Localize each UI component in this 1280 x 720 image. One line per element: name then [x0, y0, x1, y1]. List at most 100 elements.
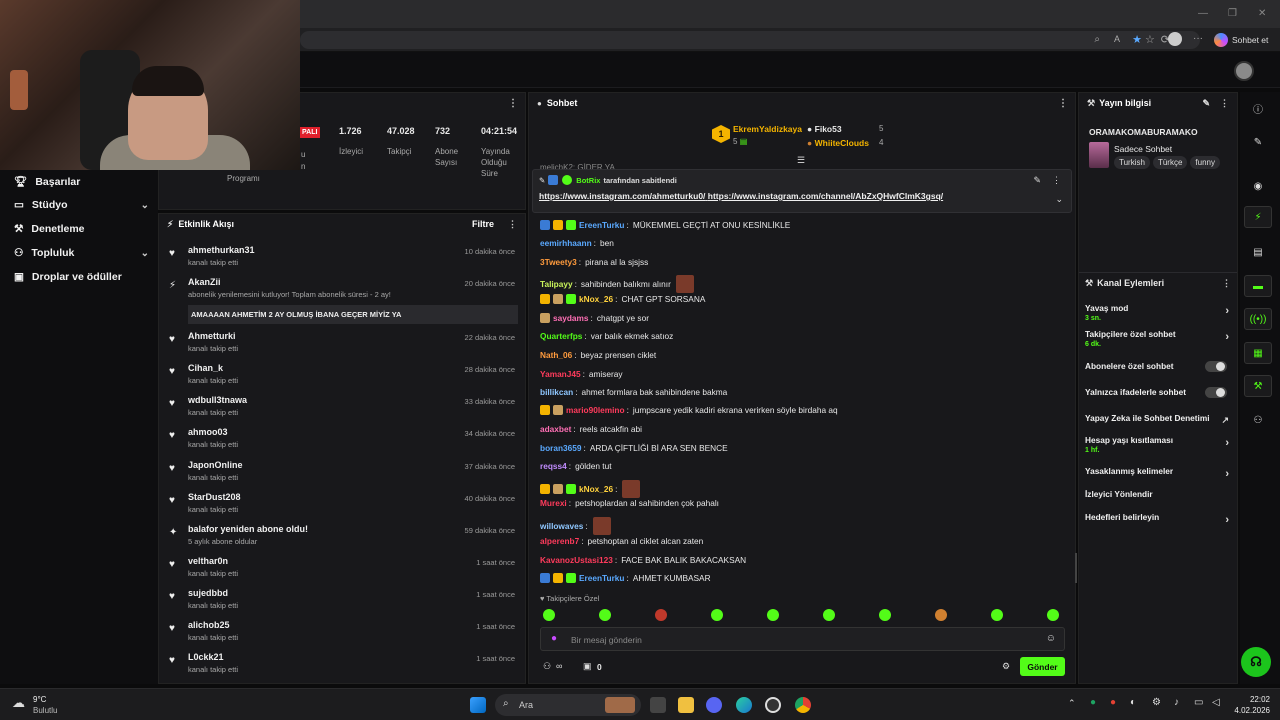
- chat-message[interactable]: KavanozUstasi123: FACE BAK BALIK BAKACAKS…: [540, 555, 746, 565]
- category-name[interactable]: Sadece Sohbet: [1114, 144, 1172, 154]
- layout-icon[interactable]: ▦: [1244, 342, 1272, 364]
- profile-avatar[interactable]: [1168, 32, 1182, 46]
- chat-username[interactable]: adaxbet: [540, 424, 571, 434]
- pinned-link[interactable]: https://www.instagram.com/ahmetturku0/: [539, 191, 705, 201]
- chat-message[interactable]: EreenTurku: AHMET KUMBASAR: [540, 573, 711, 583]
- emote-button[interactable]: [655, 609, 667, 621]
- expand-gifters-icon[interactable]: ☰: [797, 155, 805, 166]
- chevron-right-icon[interactable]: ›: [1225, 514, 1229, 526]
- channel-action-item[interactable]: Yalnızca ifadelerle sohbet: [1085, 387, 1231, 398]
- filter-button[interactable]: Filtre: [472, 219, 494, 229]
- chat-message[interactable]: willowaves:: [540, 517, 611, 535]
- chat-username[interactable]: eemirhhaann: [540, 238, 592, 248]
- external-link-icon[interactable]: ↗: [1221, 415, 1229, 426]
- chat-username[interactable]: EreenTurku: [579, 573, 625, 583]
- emoji-icon[interactable]: ☺: [1046, 633, 1056, 644]
- document-icon[interactable]: ▤: [1244, 241, 1272, 263]
- tray-app-icon[interactable]: ◐: [1130, 697, 1136, 708]
- chat-message[interactable]: eemirhhaann: ben: [540, 238, 614, 248]
- chat-username[interactable]: Talipayy: [540, 279, 573, 289]
- more-icon[interactable]: ⋮: [508, 219, 517, 230]
- chevron-right-icon[interactable]: ›: [1225, 437, 1229, 449]
- category-thumbnail[interactable]: [1089, 142, 1109, 168]
- chat-message[interactable]: YamanJ45: amiseray: [540, 369, 623, 379]
- chevron-right-icon[interactable]: ›: [1225, 305, 1229, 317]
- chat-input[interactable]: ● Bir mesaj gönderin ☺: [540, 627, 1065, 651]
- chat-username[interactable]: kNox_26: [579, 294, 613, 304]
- chat-message[interactable]: adaxbet: reels atcakfin abi: [540, 424, 642, 434]
- emote-button[interactable]: [543, 609, 555, 621]
- chat-scrollbar[interactable]: [1075, 553, 1077, 583]
- emote-button[interactable]: [991, 609, 1003, 621]
- emote-button[interactable]: [711, 609, 723, 621]
- top-gifter-1[interactable]: EkremYaldizkaya 5 ▤: [733, 124, 802, 146]
- camera-icon[interactable]: ◉: [1244, 175, 1272, 197]
- nav-item-drops[interactable]: ▣ Droplar ve ödüller: [14, 271, 149, 283]
- activity-event[interactable]: ♥ Cihan_k kanalı takip etti 28 dakika önce: [159, 363, 527, 385]
- copilot-chat-button[interactable]: Sohbet et: [1214, 31, 1268, 49]
- zoom-icon[interactable]: ⌕: [1094, 34, 1100, 45]
- address-bar[interactable]: ⌕ A ★ ⟳: [300, 31, 1200, 49]
- activity-event[interactable]: ♥ StarDust208 kanalı takip etti 40 dakika ö…: [159, 492, 527, 514]
- taskbar-search[interactable]: ⌕ Ara: [495, 694, 641, 716]
- emote-button[interactable]: [823, 609, 835, 621]
- favorite-star-icon[interactable]: ★: [1132, 33, 1142, 46]
- task-view-icon[interactable]: [650, 697, 666, 713]
- tag[interactable]: Türkçe: [1152, 156, 1188, 169]
- unpin-icon[interactable]: ✎: [1033, 175, 1041, 186]
- chat-username[interactable]: 3Tweety3: [540, 257, 577, 267]
- emote-button[interactable]: [1047, 609, 1059, 621]
- chat-message[interactable]: reqss4: gölden tut: [540, 461, 612, 471]
- channel-action-item[interactable]: Takipçilere özel sohbet 6 dk. ›: [1085, 329, 1231, 348]
- emote-button[interactable]: [767, 609, 779, 621]
- chat-message[interactable]: Murexi: petshoplardan al sahibinden çok p…: [540, 498, 719, 508]
- chat-message[interactable]: EreenTurku: MÜKEMMEL GEÇTİ AT ONU KESİNLİ…: [540, 220, 790, 230]
- chat-username[interactable]: willowaves: [540, 521, 583, 531]
- activity-event[interactable]: ♥ wdbull3tnawa kanalı takip etti 33 dakika …: [159, 395, 527, 417]
- nav-item-community[interactable]: ⚇ Topluluk ⌄: [14, 247, 149, 259]
- edit-pencil-icon[interactable]: ✎: [1202, 98, 1210, 109]
- chat-username[interactable]: KavanozUstasi123: [540, 555, 613, 565]
- chevron-right-icon[interactable]: ›: [1225, 468, 1229, 480]
- clock-time[interactable]: 22:02: [1234, 695, 1270, 704]
- tray-app-icon[interactable]: ●: [1110, 697, 1116, 708]
- chat-username[interactable]: mario90lemino: [566, 405, 625, 415]
- chat-username[interactable]: alperenb7: [540, 536, 579, 546]
- weather-temp[interactable]: 9°C: [33, 695, 46, 704]
- chat-username[interactable]: saydams: [553, 313, 589, 323]
- help-support-icon[interactable]: ☊: [1241, 647, 1271, 677]
- chat-username[interactable]: EreenTurku: [579, 220, 625, 230]
- settings-gear-icon[interactable]: ⚙: [1002, 661, 1010, 672]
- channel-action-item[interactable]: Hesap yaşı kısıtlaması 1 hf. ›: [1085, 435, 1231, 454]
- chat-username[interactable]: Quarterfps: [540, 331, 582, 341]
- channel-action-item[interactable]: İzleyici Yönlendir: [1085, 489, 1231, 499]
- more-icon[interactable]: ⋮: [1052, 175, 1061, 186]
- discord-icon[interactable]: [706, 697, 722, 713]
- network-icon[interactable]: ▭: [1194, 697, 1203, 708]
- restore-icon[interactable]: ❐: [1228, 8, 1237, 19]
- activity-event[interactable]: ♥ alichob25 kanalı takip etti 1 saat önce: [159, 620, 527, 642]
- tag[interactable]: Turkish: [1114, 156, 1150, 169]
- more-icon[interactable]: ⋮: [1220, 98, 1229, 109]
- chat-username[interactable]: billikcan: [540, 387, 573, 397]
- community-icon[interactable]: ⚇: [1244, 409, 1272, 431]
- channel-action-item[interactable]: Yapay Zeka ile Sohbet Denetimi ↗: [1085, 413, 1231, 426]
- edit-pencil-icon[interactable]: ✎: [1244, 131, 1272, 153]
- clock-date[interactable]: 4.02.2026: [1222, 706, 1270, 715]
- close-icon[interactable]: ✕: [1258, 8, 1266, 19]
- chat-message[interactable]: mario90lemino: jumpscare yedik kadiri ekr…: [540, 405, 838, 415]
- activity-event[interactable]: ♥ Ahmetturki kanalı takip etti 22 dakika ön…: [159, 331, 527, 353]
- chat-username[interactable]: kNox_26: [579, 484, 613, 494]
- chat-message[interactable]: billikcan: ahmet formlara bak sahibindene…: [540, 387, 727, 397]
- user-avatar[interactable]: [1234, 61, 1254, 81]
- emote-button[interactable]: [879, 609, 891, 621]
- activity-event[interactable]: ♥ JaponOnline kanalı takip etti 37 dakika ö…: [159, 460, 527, 482]
- send-button[interactable]: Gönder: [1020, 657, 1065, 676]
- more-menu-icon[interactable]: ···: [1193, 33, 1203, 44]
- chevron-down-icon[interactable]: ⌄: [1055, 194, 1063, 205]
- activity-event[interactable]: ✦ balafor yeniden abone oldu! 5 aylık abon…: [159, 524, 527, 546]
- nav-item-studio[interactable]: ▭ Stüdyo ⌄: [14, 199, 149, 211]
- chat-message[interactable]: alperenb7: petshoptan al ciklet alcan zat…: [540, 536, 703, 546]
- nav-item-moderation[interactable]: ⚒︎ Denetleme: [14, 223, 149, 235]
- info-icon[interactable]: ⓘ: [1244, 97, 1272, 119]
